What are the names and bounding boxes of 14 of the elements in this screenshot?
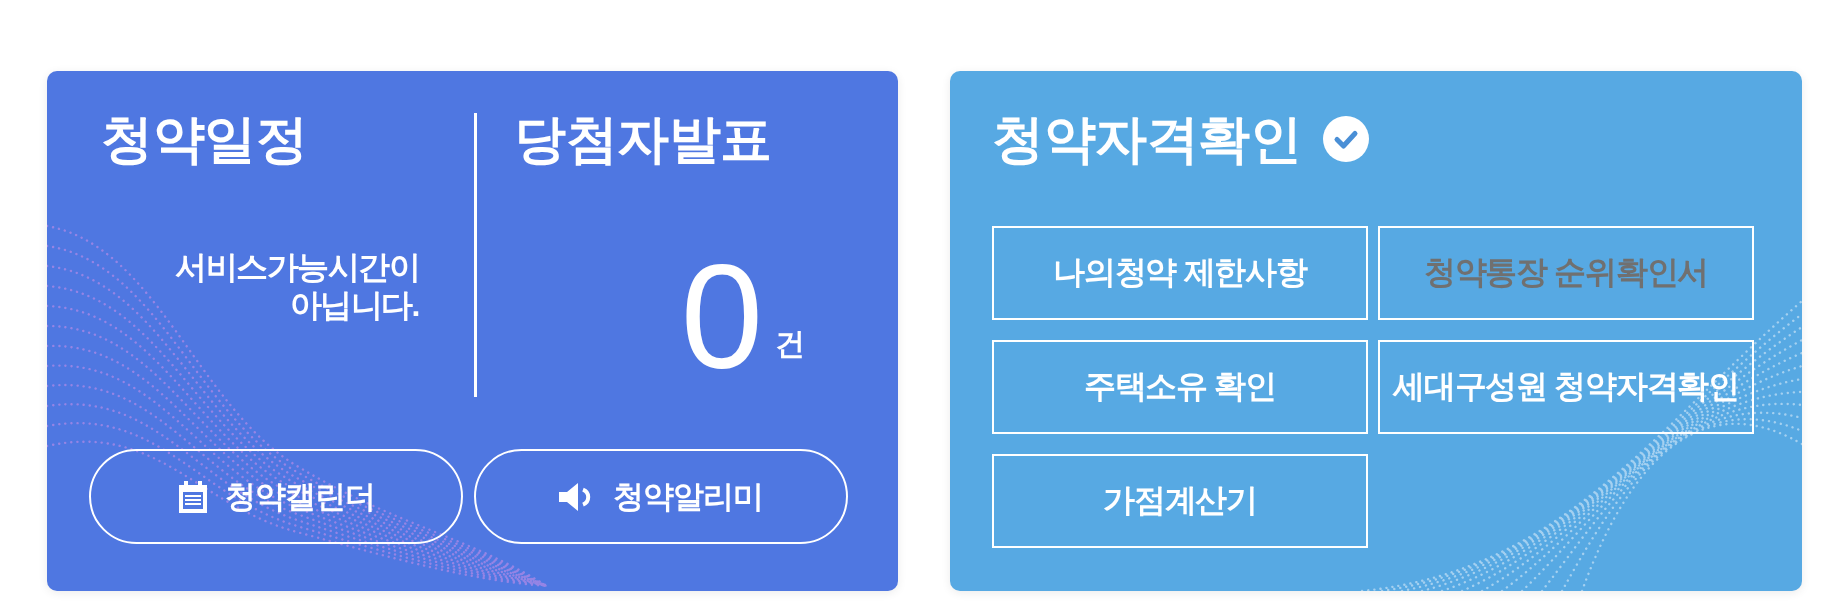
notification-button[interactable]: 청약알리미	[474, 449, 848, 544]
schedule-title: 청약일정	[101, 113, 308, 165]
announcement-count: 0	[680, 243, 763, 391]
check-circle-icon	[1323, 116, 1369, 162]
winner-announcement-title: 당첨자발표	[514, 113, 773, 165]
eligibility-menu-button[interactable]: 세대구성원 청약자격확인	[1378, 340, 1754, 434]
eligibility-menu-button[interactable]: 나의청약 제한사항	[992, 226, 1368, 320]
calendar-icon	[177, 480, 209, 513]
service-unavailable-message: 서비스가능시간이 아닙니다.	[174, 248, 419, 324]
count-unit: 건	[775, 329, 805, 359]
eligibility-menu-button[interactable]: 가점계산기	[992, 454, 1368, 548]
eligibility-title: 청약자격확인	[992, 113, 1301, 165]
eligibility-menu-button[interactable]: 주택소유 확인	[992, 340, 1368, 434]
calendar-button[interactable]: 청약캘린더	[89, 449, 463, 544]
